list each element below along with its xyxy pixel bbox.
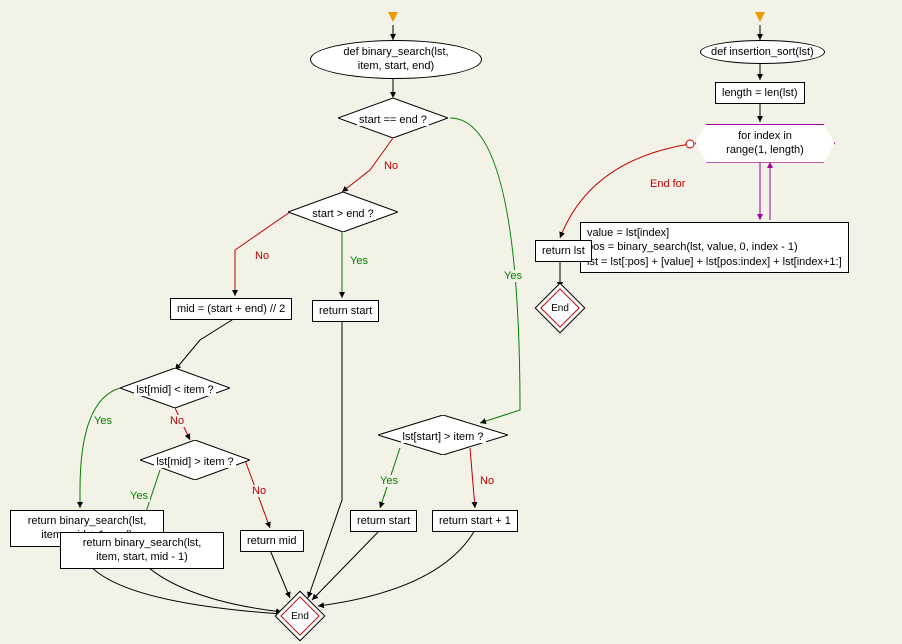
return-start-a: return start <box>312 300 379 322</box>
mid-assign: mid = (start + end) // 2 <box>170 298 292 320</box>
cond-mid-gt-item: lst[mid] > item ? <box>140 440 250 480</box>
edge-no-1: No <box>382 160 400 172</box>
for-loop: for index in range(1, length) <box>695 124 835 163</box>
edge-yes-1: Yes <box>502 270 524 282</box>
entry-arrow-left <box>388 12 398 22</box>
cond-start-gt-end: start > end ? <box>288 192 398 232</box>
func-def-binary-search: def binary_search(lst, item, start, end) <box>310 40 482 79</box>
cond-start-eq-end: start == end ? <box>338 98 448 138</box>
return-start-plus1: return start + 1 <box>432 510 518 532</box>
length-assign: length = len(lst) <box>715 82 805 104</box>
cond-mid-lt-item: lst[mid] < item ? <box>120 368 230 408</box>
func-def-text: def binary_search(lst, item, start, end) <box>343 46 448 72</box>
edge-no-4: No <box>168 415 186 427</box>
edge-yes-2: Yes <box>348 255 370 267</box>
return-lst: return lst <box>535 240 592 262</box>
edge-yes-5: Yes <box>128 490 150 502</box>
edge-no-5: No <box>250 485 268 497</box>
return-recurse-left: return binary_search(lst, item, start, m… <box>60 532 224 569</box>
edge-no-3: No <box>478 475 496 487</box>
edge-no-2: No <box>253 250 271 262</box>
return-mid: return mid <box>240 530 304 552</box>
entry-arrow-right <box>755 12 765 22</box>
end-right: End <box>542 290 578 326</box>
return-start-b: return start <box>350 510 417 532</box>
func-def-insertion-sort: def insertion_sort(lst) <box>700 40 825 64</box>
loop-body: value = lst[index] pos = binary_search(l… <box>580 222 849 273</box>
edge-end-for: End for <box>648 178 687 190</box>
edge-yes-3: Yes <box>378 475 400 487</box>
end-left: End <box>282 598 318 634</box>
edge-yes-4: Yes <box>92 415 114 427</box>
cond-start-gt-item: lst[start] > item ? <box>378 415 508 455</box>
